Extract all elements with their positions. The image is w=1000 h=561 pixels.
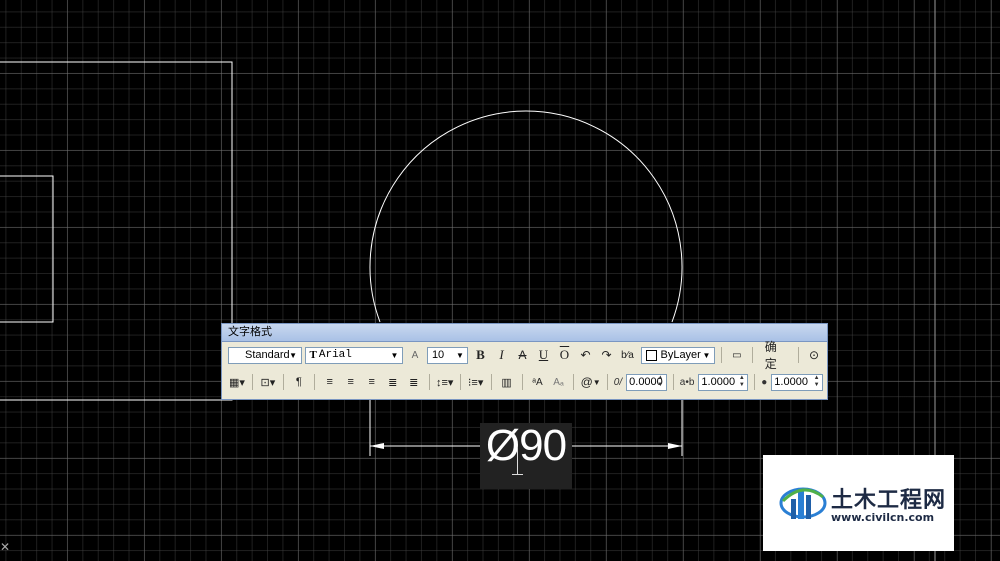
toolbar-separator (282, 374, 284, 390)
insert-field-icon[interactable]: ▥ (498, 373, 516, 391)
undo-icon[interactable]: ↶ (576, 346, 594, 364)
distribute-icon[interactable]: ≣ (405, 373, 423, 391)
color-value: ByLayer (660, 349, 701, 361)
dimension-text[interactable]: Ø90 (480, 418, 572, 474)
symbol-label: @ (580, 375, 593, 389)
chevron-down-icon[interactable]: ▼ (287, 349, 300, 362)
font-dropdown[interactable]: T Arial ▼ (304, 346, 403, 364)
toolbar-separator (798, 347, 800, 363)
ok-button[interactable]: 确定 (759, 340, 792, 371)
watermark-title: 土木工程网 (831, 488, 947, 513)
overline-button[interactable]: O (555, 346, 573, 364)
toolbar-separator (573, 374, 575, 390)
toolbar-row-1: Standard ▼ T Arial ▼ A 10 ▼ B I A U O ↶ … (228, 340, 823, 371)
paragraph-icon[interactable]: ¶ (290, 373, 308, 391)
text-height-value: 10 (431, 349, 445, 361)
toolbar-separator (490, 374, 492, 390)
text-cursor-base (512, 474, 523, 475)
chevron-down-icon[interactable]: ▼ (388, 349, 401, 362)
circle-arc[interactable] (369, 110, 683, 323)
numbering-icon[interactable]: ⁝≡▾ (467, 373, 485, 391)
inner-rectangle[interactable] (0, 175, 54, 323)
oblique-angle-input[interactable]: 0.0000 ▲ ▼ (626, 373, 667, 391)
underline-button[interactable]: U (534, 346, 552, 364)
tracking-value: 1.0000 (701, 376, 736, 388)
chevron-down-icon[interactable]: ▼ (453, 349, 466, 362)
crosshair-icon: ✕ (0, 540, 11, 554)
symbol-button[interactable]: @ ▼ (580, 373, 601, 391)
watermark: 土木工程网 www.civilcn.com (763, 455, 954, 551)
arrowhead-right (668, 443, 682, 449)
truetype-font-icon: T (309, 349, 317, 361)
width-factor-icon: ● (761, 376, 768, 388)
width-factor-input[interactable]: 1.0000 ▲ ▼ (771, 373, 824, 391)
chevron-down-icon: ▼ (592, 377, 601, 387)
tracking-input[interactable]: 1.0000 ▲ ▼ (698, 373, 749, 391)
toolbar-separator (521, 374, 523, 390)
toolbar-separator (721, 347, 722, 363)
chevron-down-icon[interactable]: ▼ (700, 349, 713, 362)
align-center-icon[interactable]: ≡ (342, 373, 360, 391)
color-swatch (646, 349, 658, 361)
width-value: 1.0000 (774, 376, 808, 388)
strikethrough-icon[interactable]: A (513, 346, 531, 364)
tracking-icon: a•b (679, 376, 695, 388)
text-height-icon: A (411, 349, 419, 361)
toolbar-title[interactable]: 文字格式 (222, 324, 827, 342)
color-dropdown[interactable]: ByLayer ▼ (641, 346, 716, 364)
spinner-icon[interactable]: ▲ ▼ (736, 375, 747, 390)
toolbar-separator (672, 374, 674, 390)
toolbar-separator (428, 374, 430, 390)
text-height-dropdown[interactable]: 10 ▼ (426, 346, 469, 364)
lowercase-icon[interactable]: Aₐ (549, 373, 567, 391)
watermark-url: www.civilcn.com (831, 511, 935, 524)
italic-button[interactable]: I (492, 346, 510, 364)
spinner-icon[interactable]: ▲ ▼ (811, 375, 822, 390)
toolbar-separator (751, 347, 753, 363)
font-value: Arial (318, 349, 352, 361)
oblique-icon: 0/ (613, 376, 623, 388)
stack-icon[interactable]: b⁄a (618, 346, 636, 364)
toolbar-separator (606, 374, 608, 390)
toolbar-separator (252, 374, 253, 390)
toolbar-row-2: ▦▾ ⊡▾ ¶ ≡ ≡ ≡ ≣ ≣ ↕≡▾ ⁝≡▾ ▥ ᵃA Aₐ @ ▼ 0/ … (228, 371, 824, 393)
toolbar-separator (313, 374, 315, 390)
arrowhead-left (370, 443, 384, 449)
redo-icon[interactable]: ↷ (597, 346, 615, 364)
text-formatting-toolbar[interactable]: 文字格式 Standard ▼ T Arial ▼ A 10 ▼ B I A U… (221, 323, 828, 400)
justify-icon[interactable]: ≣ (384, 373, 402, 391)
style-dropdown[interactable]: Standard ▼ (228, 346, 302, 364)
mtext-justify-icon[interactable]: ⊡▾ (259, 373, 277, 391)
ruler-icon[interactable]: ▭ (728, 346, 746, 364)
toolbar-separator (754, 374, 756, 390)
uppercase-icon[interactable]: ᵃA (528, 373, 546, 391)
toolbar-separator (459, 374, 461, 390)
options-icon[interactable]: ⊙ (805, 346, 823, 364)
outer-rectangle[interactable] (0, 61, 233, 401)
bold-button[interactable]: B (471, 346, 489, 364)
spinner-icon[interactable]: ▲ ▼ (655, 375, 666, 390)
align-right-icon[interactable]: ≡ (363, 373, 381, 391)
line-spacing-icon[interactable]: ↕≡▾ (436, 373, 454, 391)
style-value: Standard (245, 349, 290, 361)
align-left-icon[interactable]: ≡ (321, 373, 339, 391)
text-cursor (517, 448, 518, 474)
columns-icon[interactable]: ▦▾ (228, 373, 246, 391)
civilcn-logo-icon (779, 487, 827, 519)
